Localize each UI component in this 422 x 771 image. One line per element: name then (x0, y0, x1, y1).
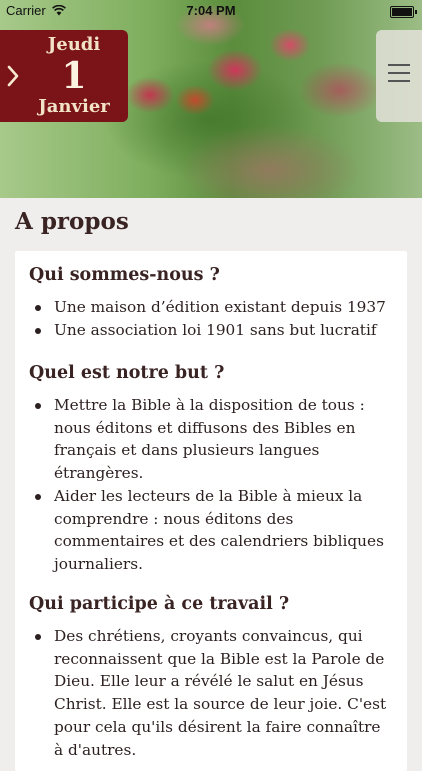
page-title: A propos (15, 208, 129, 235)
list-item: Mettre la Bible à la disposition de tous… (15, 394, 407, 485)
battery-icon (390, 6, 417, 18)
section-list-participants: Des chrétiens, croyants convaincus, qui … (15, 625, 407, 761)
section-list-who: Une maison d’édition existant depuis 193… (15, 296, 407, 341)
menu-button[interactable] (376, 30, 422, 122)
section-list-goal: Mettre la Bible à la disposition de tous… (15, 394, 407, 576)
date-selector-button[interactable]: Jeudi 1 Janvier (0, 30, 128, 122)
status-time: 7:04 PM (186, 3, 236, 18)
date-day-number: 1 (61, 55, 87, 97)
list-item: Une maison d’édition existant depuis 193… (15, 296, 407, 319)
section-heading-participants: Qui participe à ce travail ? (29, 594, 290, 614)
date-month: Janvier (38, 96, 110, 117)
about-content-card: Qui sommes-nous ? Une maison d’édition e… (15, 251, 407, 771)
section-heading-who: Qui sommes-nous ? (29, 265, 220, 285)
status-bar: Carrier 7:04 PM (0, 0, 422, 22)
chevron-right-icon (7, 65, 19, 87)
hamburger-menu-icon (388, 64, 410, 84)
section-heading-goal: Quel est notre but ? (29, 363, 225, 383)
list-item: Des chrétiens, croyants convaincus, qui … (15, 625, 407, 761)
list-item: Aider les lecteurs de la Bible à mieux l… (15, 485, 407, 576)
header-banner: Carrier 7:04 PM Jeudi 1 Janvier (0, 0, 422, 198)
date-day-name: Jeudi (47, 34, 101, 55)
list-item: Une association loi 1901 sans but lucrat… (15, 319, 407, 342)
